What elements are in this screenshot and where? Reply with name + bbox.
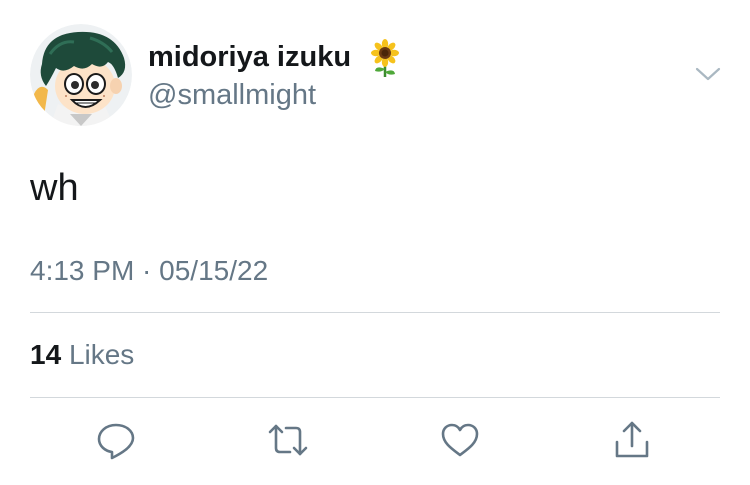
retweet-icon: [268, 424, 308, 456]
divider: [30, 312, 720, 313]
reply-icon: [97, 423, 135, 460]
avatar-image: [30, 24, 132, 126]
avatar[interactable]: [30, 24, 132, 126]
like-button[interactable]: [438, 418, 482, 462]
likes-stat[interactable]: 14 Likes: [30, 338, 134, 372]
sunflower-icon: [367, 38, 403, 78]
share-button[interactable]: [610, 418, 654, 462]
share-icon: [615, 421, 649, 458]
likes-label: Likes: [68, 339, 135, 370]
reply-button[interactable]: [94, 418, 138, 462]
retweet-button[interactable]: [266, 418, 310, 462]
user-handle[interactable]: @smallmight: [148, 78, 316, 112]
display-name[interactable]: midoriya izuku: [148, 40, 351, 74]
chevron-down-icon[interactable]: [694, 64, 722, 84]
tweet-timestamp: 4:13 PM · 05/15/22: [30, 255, 269, 286]
tweet-text: wh: [30, 167, 79, 209]
divider: [30, 397, 720, 398]
like-icon: [441, 423, 479, 457]
likes-count: 14: [30, 339, 62, 370]
